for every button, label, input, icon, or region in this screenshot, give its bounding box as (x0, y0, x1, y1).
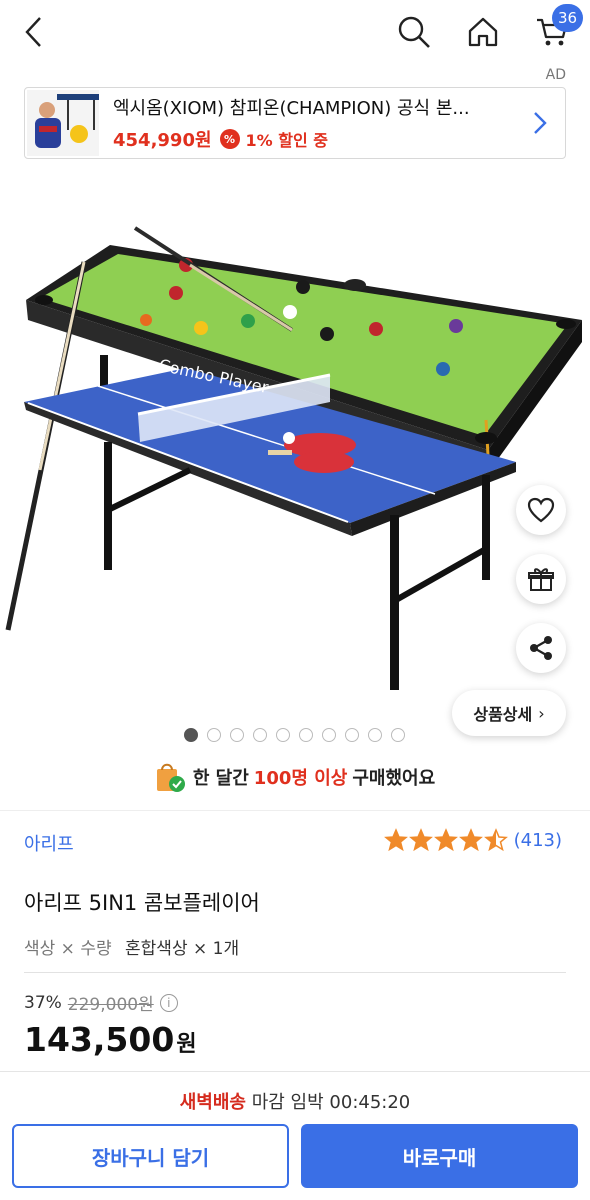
rating-stars (383, 828, 508, 852)
star-icon (433, 828, 458, 852)
ad-thumbnail (27, 90, 99, 156)
bottom-divider (0, 1071, 590, 1072)
chevron-right-icon: › (538, 703, 545, 723)
option-row[interactable]: 색상 × 수량 혼합색상 × 1개 (24, 934, 239, 959)
product-detail-label: 상품상세 (473, 705, 533, 724)
pagination-dot[interactable] (368, 728, 382, 742)
pagination-dot[interactable] (345, 728, 359, 742)
pagination-dot[interactable] (184, 728, 198, 742)
product-name: 아리프 5IN1 콤보플레이어 (24, 891, 260, 915)
gift-icon (528, 568, 554, 591)
delivery-text: 마감 임박 (251, 1092, 324, 1113)
cart-count-badge: 36 (552, 4, 584, 32)
notice-highlight: 100명 이상 (253, 768, 348, 789)
product-image[interactable]: Combo Player (0, 170, 590, 725)
star-icon (458, 828, 483, 852)
discount-rate: 37% (24, 992, 62, 1013)
heart-icon (527, 497, 555, 523)
wishlist-button[interactable] (516, 485, 566, 535)
sale-price-unit: 원 (176, 1032, 197, 1057)
notice-prefix: 한 달간 (192, 768, 249, 789)
gift-button[interactable] (516, 554, 566, 604)
ad-title: 엑시옴(XIOM) 참피온(CHAMPION) 공식 본... (113, 98, 470, 119)
pagination-dot[interactable] (322, 728, 336, 742)
original-price: 229,000원 (67, 995, 154, 1015)
delivery-type: 새벽배송 (179, 1092, 246, 1113)
star-icon (408, 828, 433, 852)
home-button[interactable] (463, 12, 503, 52)
shopping-bag-check-icon (155, 760, 185, 794)
purchase-notice: 한 달간 100명 이상 구매했어요 (0, 760, 590, 794)
home-icon (468, 17, 498, 47)
star-icon (483, 828, 508, 852)
pagination-dot[interactable] (253, 728, 267, 742)
pagination-dot[interactable] (230, 728, 244, 742)
pagination-dot[interactable] (391, 728, 405, 742)
star-icon (383, 828, 408, 852)
delivery-notice: 새벽배송 마감 임박 00:45:20 (0, 1088, 590, 1114)
price-divider (24, 972, 566, 973)
notice-suffix: 구매했어요 (352, 768, 436, 789)
review-count[interactable]: (413) (514, 830, 562, 851)
option-value: 혼합색상 × 1개 (125, 939, 240, 959)
section-divider (0, 810, 590, 811)
pagination-dot[interactable] (276, 728, 290, 742)
search-button[interactable] (394, 12, 434, 52)
top-bar: 36 (0, 0, 590, 66)
share-button[interactable] (516, 623, 566, 673)
image-pagination (184, 728, 405, 742)
discount-percent-icon: % (219, 129, 240, 149)
ad-banner[interactable]: 엑시옴(XIOM) 참피온(CHAMPION) 공식 본... 454,990원… (24, 87, 566, 159)
product-detail-button[interactable]: 상품상세 › (452, 690, 566, 736)
add-to-cart-button[interactable]: 장바구니 담기 (12, 1124, 289, 1188)
sale-price: 143,500 원 (24, 1020, 197, 1059)
back-button[interactable] (14, 12, 54, 52)
buy-now-button[interactable]: 바로구매 (301, 1124, 578, 1188)
option-label: 색상 × 수량 (24, 939, 112, 959)
ad-label: AD (545, 67, 566, 83)
delivery-countdown: 00:45:20 (329, 1092, 411, 1113)
ad-discount: 1% 할인 중 (245, 131, 329, 150)
info-icon[interactable]: i (159, 993, 178, 1012)
sale-price-value: 143,500 (24, 1020, 175, 1059)
search-icon (398, 16, 430, 48)
pagination-dot[interactable] (207, 728, 221, 742)
chevron-left-icon (25, 17, 41, 47)
chevron-right-icon (525, 108, 555, 138)
ad-price: 454,990원 (113, 130, 212, 151)
price-discount-row: 37% 229,000원 i (24, 990, 178, 1015)
brand-link[interactable]: 아리프 (24, 830, 74, 856)
rating[interactable]: (413) (383, 828, 562, 852)
share-icon (530, 636, 552, 660)
pagination-dot[interactable] (299, 728, 313, 742)
